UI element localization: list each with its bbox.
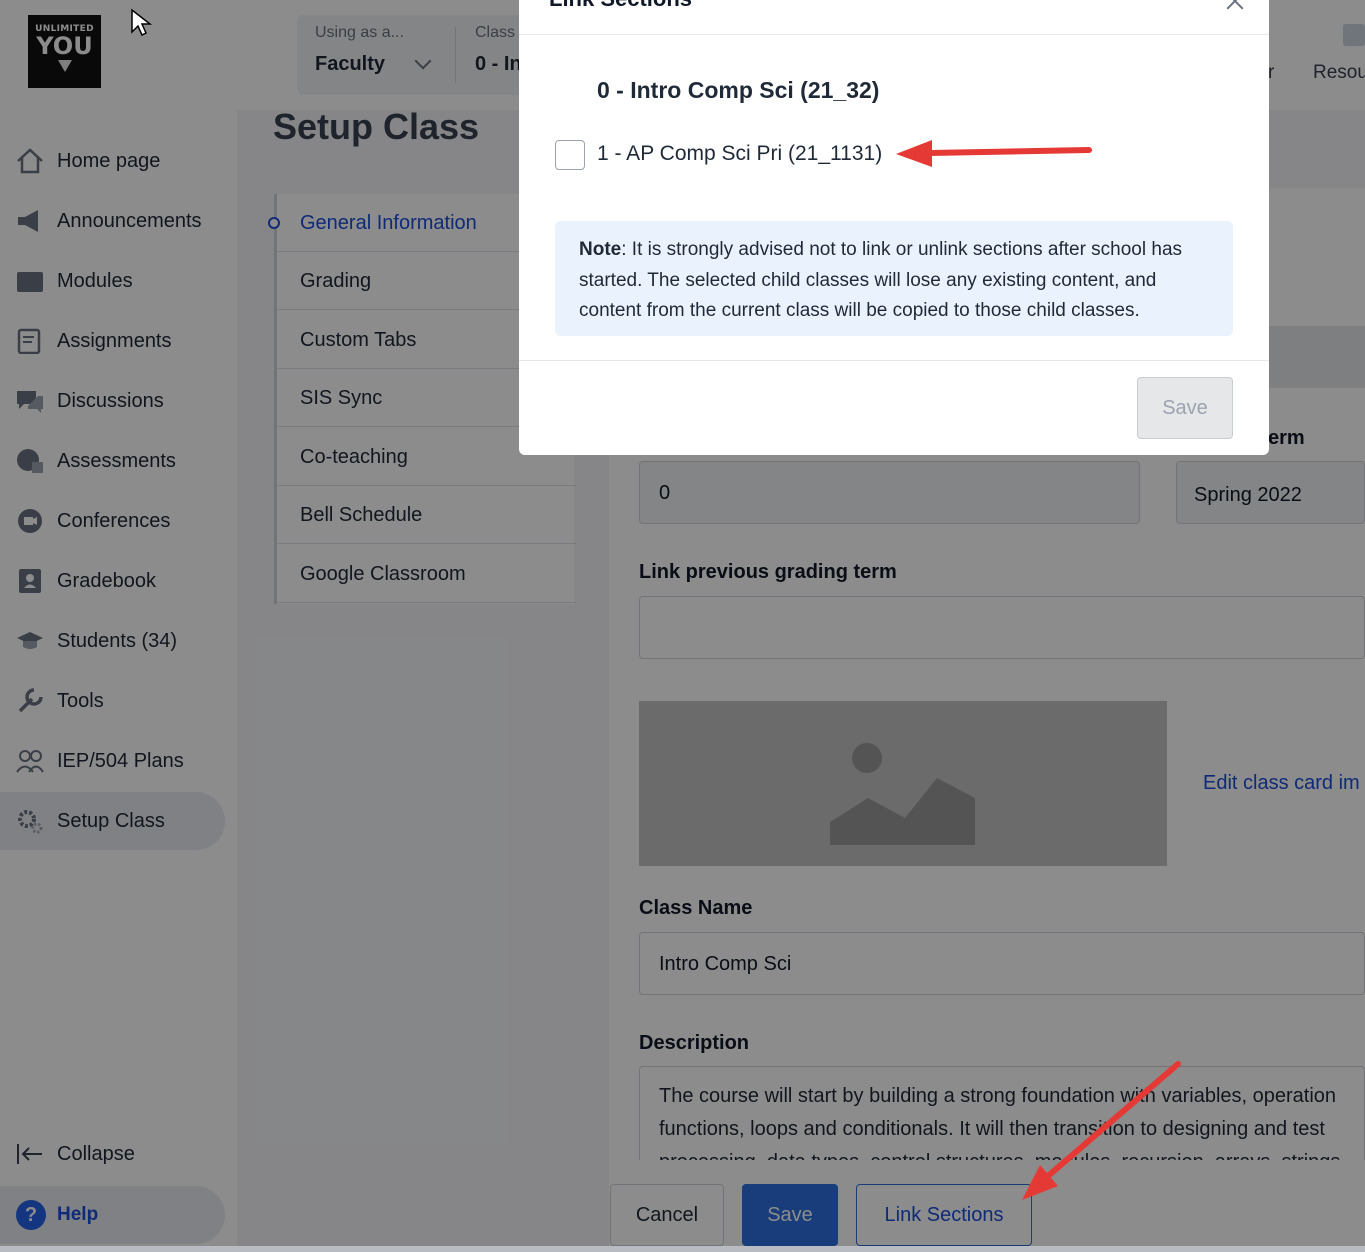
child-section-checkbox[interactable] (555, 140, 585, 170)
close-icon[interactable] (1226, 0, 1244, 8)
window-bottom-edge (0, 1246, 1365, 1252)
dialog-save-button[interactable]: Save (1137, 377, 1233, 439)
note-text: : It is strongly advised not to link or … (579, 239, 1183, 321)
link-sections-dialog: Link Sections 0 - Intro Comp Sci (21_32)… (519, 0, 1269, 455)
mouse-cursor-icon (131, 8, 152, 37)
dialog-divider (519, 360, 1269, 361)
dialog-divider (519, 34, 1269, 35)
note-label: Note (579, 239, 622, 260)
dialog-title: Link Sections (549, 0, 692, 12)
warning-note: Note: It is strongly advised not to link… (555, 221, 1233, 336)
parent-class-name: 0 - Intro Comp Sci (21_32) (597, 77, 880, 103)
child-section-label[interactable]: 1 - AP Comp Sci Pri (21_1131) (597, 142, 882, 166)
